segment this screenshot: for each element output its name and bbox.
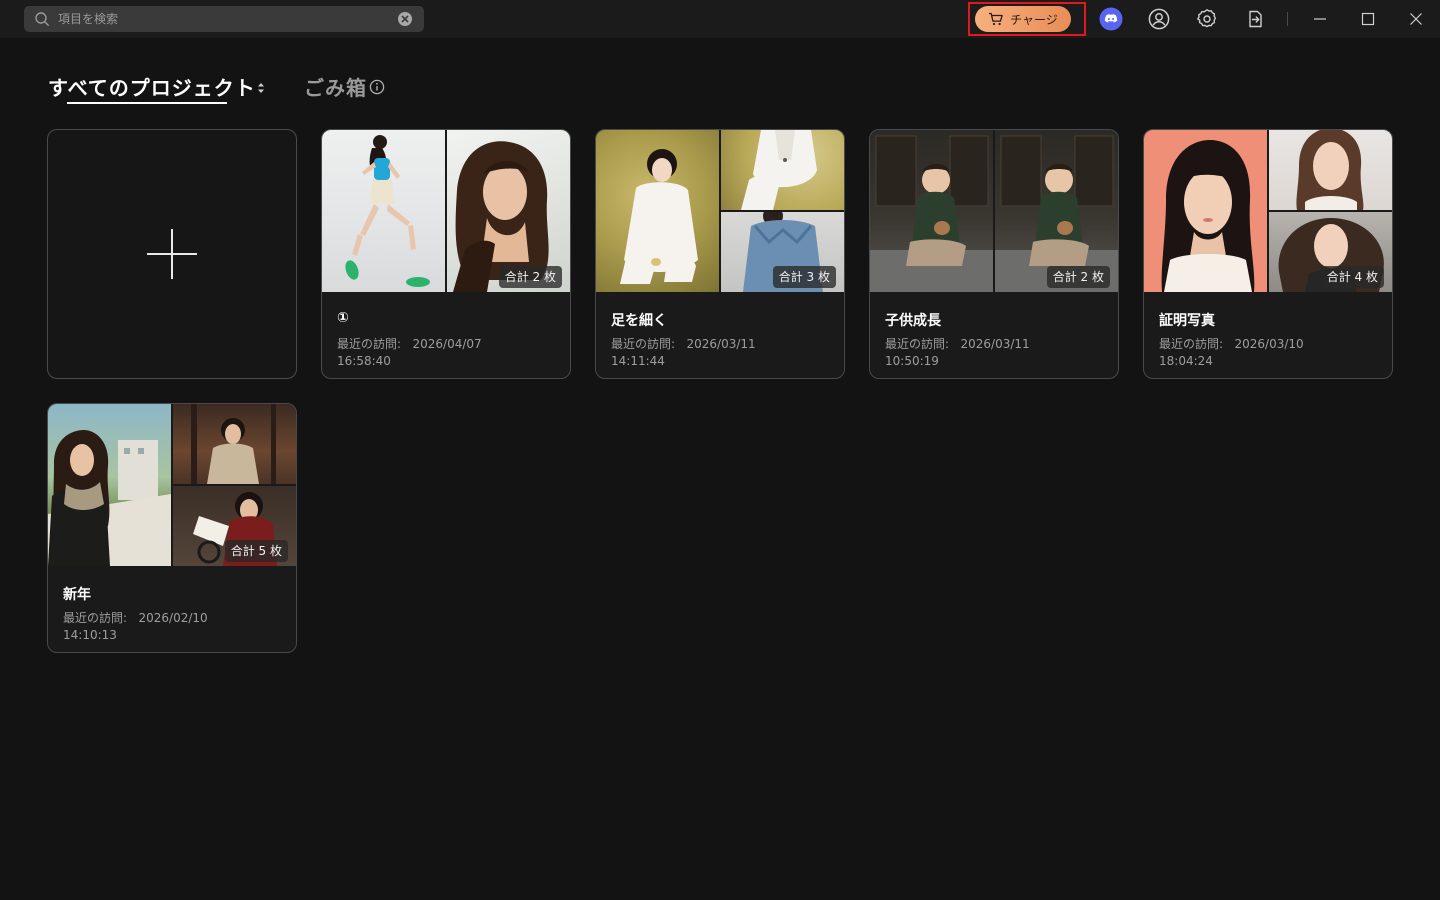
last-visited-time: 14:10:13	[63, 628, 117, 642]
active-tab-underline	[67, 102, 227, 104]
project-card[interactable]: 合計 3 枚 足を細く 最近の訪問: 2026/03/11 14:11:44	[595, 129, 845, 379]
charge-label: チャージ	[1010, 12, 1058, 27]
photo-count-badge: 合計 4 枚	[1320, 266, 1384, 288]
project-card[interactable]: 合計 2 枚 ① 最近の訪問: 2026/04/07 16:58:40	[321, 129, 571, 379]
last-visited: 最近の訪問: 2026/04/07 16:58:40	[337, 336, 482, 370]
last-visited-date: 2026/03/11	[960, 337, 1030, 351]
photo-count-badge: 合計 5 枚	[224, 540, 288, 562]
account-icon[interactable]	[1147, 7, 1171, 31]
project-title: 足を細く	[611, 313, 667, 329]
search-icon	[35, 12, 49, 26]
project-title: 新年	[63, 587, 91, 603]
close-icon[interactable]	[1404, 7, 1428, 31]
settings-icon[interactable]	[1195, 7, 1219, 31]
last-visited: 最近の訪問: 2026/03/11 10:50:19	[885, 336, 1030, 370]
last-visited-time: 18:04:24	[1159, 354, 1213, 368]
maximize-icon[interactable]	[1356, 7, 1380, 31]
project-card[interactable]: 合計 5 枚 新年 最近の訪問: 2026/02/10 14:10:13	[47, 403, 297, 653]
last-visited-date: 2026/02/10	[138, 611, 208, 625]
last-visited-date: 2026/03/11	[686, 337, 756, 351]
title-bar: チャージ	[0, 0, 1440, 38]
thumbnail-image	[596, 130, 719, 292]
tab-trash[interactable]: ごみ箱	[304, 72, 367, 100]
minimize-icon[interactable]	[1308, 7, 1332, 31]
thumbnail-image	[1269, 130, 1392, 210]
last-visited-label: 最近の訪問:	[337, 337, 402, 351]
project-title: 子供成長	[885, 313, 941, 329]
export-icon[interactable]	[1243, 7, 1267, 31]
last-visited-time: 16:58:40	[337, 354, 391, 368]
project-title: ①	[337, 310, 349, 326]
photo-count-badge: 合計 3 枚	[772, 266, 836, 288]
thumbnail-image	[173, 404, 296, 484]
last-visited: 最近の訪問: 2026/02/10 14:10:13	[63, 610, 208, 644]
discord-icon[interactable]	[1099, 7, 1123, 31]
thumbnail-image	[870, 130, 993, 292]
clear-search-icon[interactable]	[398, 12, 412, 26]
project-title: 証明写真	[1159, 313, 1215, 329]
thumbnail-image	[721, 130, 844, 210]
thumbnail-image	[48, 404, 171, 566]
last-visited-date: 2026/04/07	[412, 337, 482, 351]
last-visited: 最近の訪問: 2026/03/11 14:11:44	[611, 336, 756, 370]
shopping-cart-icon	[989, 12, 1003, 26]
last-visited-label: 最近の訪問:	[1159, 337, 1224, 351]
info-icon[interactable]	[369, 79, 385, 95]
last-visited-date: 2026/03/10	[1234, 337, 1304, 351]
last-visited-label: 最近の訪問:	[63, 611, 128, 625]
last-visited-label: 最近の訪問:	[885, 337, 950, 351]
sort-icon[interactable]	[256, 81, 266, 95]
last-visited-time: 10:50:19	[885, 354, 939, 368]
last-visited-label: 最近の訪問:	[611, 337, 676, 351]
project-card[interactable]: 合計 2 枚 子供成長 最近の訪問: 2026/03/11 10:50:19	[869, 129, 1119, 379]
photo-count-badge: 合計 2 枚	[498, 266, 562, 288]
search-box[interactable]	[24, 6, 424, 32]
thumbnail-image	[322, 130, 445, 292]
new-project-card[interactable]	[47, 129, 297, 379]
project-card[interactable]: 合計 4 枚 証明写真 最近の訪問: 2026/03/10 18:04:24	[1143, 129, 1393, 379]
thumbnail-image	[1144, 130, 1267, 292]
charge-button[interactable]: チャージ	[975, 6, 1071, 32]
photo-count-badge: 合計 2 枚	[1046, 266, 1110, 288]
last-visited: 最近の訪問: 2026/03/10 18:04:24	[1159, 336, 1304, 370]
tab-all-projects[interactable]: すべてのプロジェクト	[48, 72, 256, 100]
last-visited-time: 14:11:44	[611, 354, 665, 368]
search-input[interactable]	[58, 9, 388, 29]
titlebar-divider	[1287, 12, 1288, 26]
plus-icon	[147, 229, 197, 279]
